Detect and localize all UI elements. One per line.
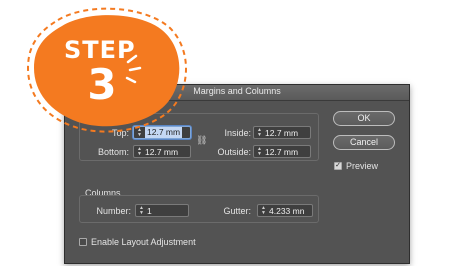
number-label: Number: <box>96 206 131 216</box>
cancel-button[interactable]: Cancel <box>333 135 395 150</box>
spinner-arrows[interactable]: ▲ ▼ <box>256 128 263 138</box>
spinner-arrows[interactable]: ▲ ▼ <box>136 147 143 157</box>
layout-adjustment-checkbox[interactable] <box>79 238 87 246</box>
number-of-columns-value: 1 <box>147 206 152 216</box>
spinner-arrows[interactable]: ▲ ▼ <box>138 206 145 216</box>
step-number: 3 <box>87 60 117 109</box>
gutter-field[interactable]: ▲ ▼ 4.233 mn <box>257 204 313 217</box>
spinner-arrows[interactable]: ▲ ▼ <box>260 206 267 216</box>
ok-button[interactable]: OK <box>333 111 395 126</box>
outside-margin-value: 12.7 mm <box>265 147 299 157</box>
bottom-margin-field[interactable]: ▲ ▼ 12.7 mm <box>133 145 191 158</box>
bottom-label: Bottom: <box>97 147 129 157</box>
outside-label: Outside: <box>217 147 251 157</box>
number-of-columns-field[interactable]: ▲ ▼ 1 <box>135 204 189 217</box>
step-badge: STEP 3 <box>0 0 200 140</box>
bottom-margin-value: 12.7 mm <box>145 147 179 157</box>
gutter-value: 4.233 mn <box>269 206 305 216</box>
spinner-arrows[interactable]: ▲ ▼ <box>256 147 263 157</box>
inside-margin-value: 12.7 mm <box>265 128 299 138</box>
layout-adjustment-label: Enable Layout Adjustment <box>91 237 196 247</box>
preview-label: Preview <box>346 161 379 171</box>
gutter-label: Gutter: <box>223 206 251 216</box>
inside-margin-field[interactable]: ▲ ▼ 12.7 mm <box>253 126 311 139</box>
checkmark-icon: ✓ <box>335 162 341 169</box>
inside-label: Inside: <box>224 128 251 138</box>
outside-margin-field[interactable]: ▲ ▼ 12.7 mm <box>253 145 311 158</box>
preview-checkbox[interactable]: ✓ <box>334 162 342 170</box>
